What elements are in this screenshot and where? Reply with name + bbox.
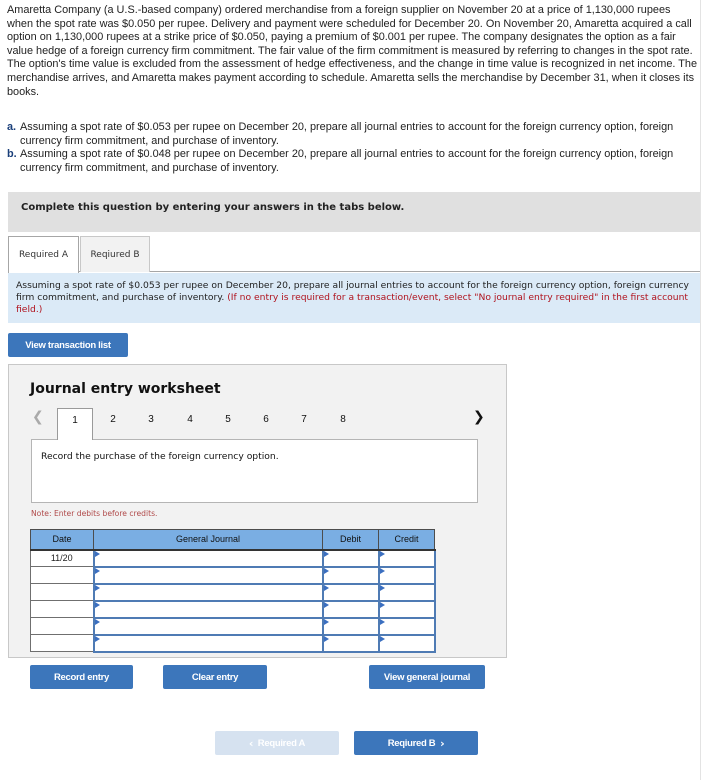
account-input[interactable] <box>94 567 322 583</box>
credit-field[interactable] <box>377 582 436 602</box>
problem-parts: a. Assuming a spot rate of $0.053 per ru… <box>7 121 699 175</box>
step-tab-8[interactable]: 8 <box>325 408 361 440</box>
step-tab-4[interactable]: 4 <box>172 408 208 440</box>
problem-intro: Amaretta Company (a U.S.-based company) … <box>7 4 697 98</box>
account-input[interactable] <box>94 601 322 617</box>
step-tab-3[interactable]: 3 <box>133 408 169 440</box>
chevron-right-icon: › <box>440 736 445 750</box>
journal-entry-worksheet: Journal entry worksheet ❮ 1 2 3 4 5 6 7 … <box>8 364 507 689</box>
credit-input[interactable] <box>379 618 434 634</box>
table-header-row: Date General Journal Debit Credit <box>30 529 435 551</box>
debit-input[interactable] <box>323 550 378 566</box>
table-row: 11/20 <box>30 548 436 568</box>
debit-input[interactable] <box>323 601 378 617</box>
worksheet-title: Journal entry worksheet <box>30 381 221 397</box>
date-cell: 11/20 <box>30 549 94 567</box>
debit-input[interactable] <box>323 567 378 583</box>
credit-field[interactable] <box>377 633 436 653</box>
part-b: b. Assuming a spot rate of $0.048 per ru… <box>7 148 699 175</box>
debit-field[interactable] <box>321 616 380 636</box>
step-tab-7[interactable]: 7 <box>286 408 322 440</box>
instruction-bar: Complete this question by entering your … <box>8 192 700 232</box>
credit-input[interactable] <box>379 567 434 583</box>
account-input[interactable] <box>94 584 322 600</box>
header-general-journal: General Journal <box>93 529 323 551</box>
date-cell <box>30 566 94 584</box>
account-field[interactable] <box>92 565 324 585</box>
debit-field[interactable] <box>321 548 380 568</box>
debit-field[interactable] <box>321 565 380 585</box>
header-date: Date <box>30 529 94 551</box>
chevron-left-icon: ‹ <box>248 736 254 750</box>
next-required-label: Reqiured B <box>387 737 436 749</box>
account-input[interactable] <box>94 550 322 566</box>
page-right-border <box>700 0 701 780</box>
step-tab-6[interactable]: 6 <box>248 408 284 440</box>
debit-field[interactable] <box>321 582 380 602</box>
credit-field[interactable] <box>377 565 436 585</box>
required-tabs: Required A Reqiured B <box>8 236 700 273</box>
tab-required-a[interactable]: Required A <box>8 236 79 273</box>
credit-field[interactable] <box>377 599 436 619</box>
header-debit: Debit <box>322 529 379 551</box>
account-field[interactable] <box>92 633 324 653</box>
table-row <box>30 565 436 585</box>
table-row <box>30 616 436 636</box>
debit-input[interactable] <box>323 618 378 634</box>
prev-required-button: ‹ Required A <box>215 731 339 755</box>
debit-field[interactable] <box>321 633 380 653</box>
step-tab-5[interactable]: 5 <box>210 408 246 440</box>
date-cell <box>30 600 94 618</box>
part-a-letter: a. <box>7 121 17 133</box>
record-entry-button[interactable]: Record entry <box>30 665 133 689</box>
credit-input[interactable] <box>379 635 434 651</box>
credit-input[interactable] <box>379 584 434 600</box>
chevron-left-icon[interactable]: ❮ <box>32 409 44 425</box>
debit-input[interactable] <box>323 584 378 600</box>
account-field[interactable] <box>92 548 324 568</box>
step-tab-1[interactable]: 1 <box>57 408 93 440</box>
table-row <box>30 582 436 602</box>
date-cell <box>30 617 94 635</box>
chevron-right-icon[interactable]: ❯ <box>473 409 485 425</box>
part-a-text: Assuming a spot rate of $0.053 per rupee… <box>20 121 674 147</box>
step-tab-2[interactable]: 2 <box>95 408 131 440</box>
part-a: a. Assuming a spot rate of $0.053 per ru… <box>7 121 699 148</box>
tab-required-b[interactable]: Reqiured B <box>80 236 150 272</box>
question-prompt: Assuming a spot rate of $0.053 per rupee… <box>8 273 700 323</box>
account-input[interactable] <box>94 635 322 651</box>
debits-note: Note: Enter debits before credits. <box>31 509 158 518</box>
credit-input[interactable] <box>379 550 434 566</box>
view-transaction-list-button[interactable]: View transaction list <box>8 333 128 357</box>
part-b-letter: b. <box>7 148 17 161</box>
view-general-journal-button[interactable]: View general journal <box>369 665 485 689</box>
credit-field[interactable] <box>377 548 436 568</box>
part-b-text: Assuming a spot rate of $0.048 per rupee… <box>20 148 674 174</box>
prev-required-label: Required A <box>257 737 306 749</box>
date-cell <box>30 583 94 601</box>
next-required-button[interactable]: Reqiured B › <box>354 731 478 755</box>
general-journal-table: Date General Journal Debit Credit 11/20 <box>30 529 436 653</box>
account-field[interactable] <box>92 582 324 602</box>
transaction-description: Record the purchase of the foreign curre… <box>31 439 478 503</box>
account-input[interactable] <box>94 618 322 634</box>
debit-field[interactable] <box>321 599 380 619</box>
header-credit: Credit <box>378 529 435 551</box>
credit-field[interactable] <box>377 616 436 636</box>
credit-input[interactable] <box>379 601 434 617</box>
clear-entry-button[interactable]: Clear entry <box>163 665 267 689</box>
table-row <box>30 599 436 619</box>
debit-input[interactable] <box>323 635 378 651</box>
date-cell <box>30 634 94 652</box>
table-row <box>30 633 436 653</box>
account-field[interactable] <box>92 599 324 619</box>
account-field[interactable] <box>92 616 324 636</box>
